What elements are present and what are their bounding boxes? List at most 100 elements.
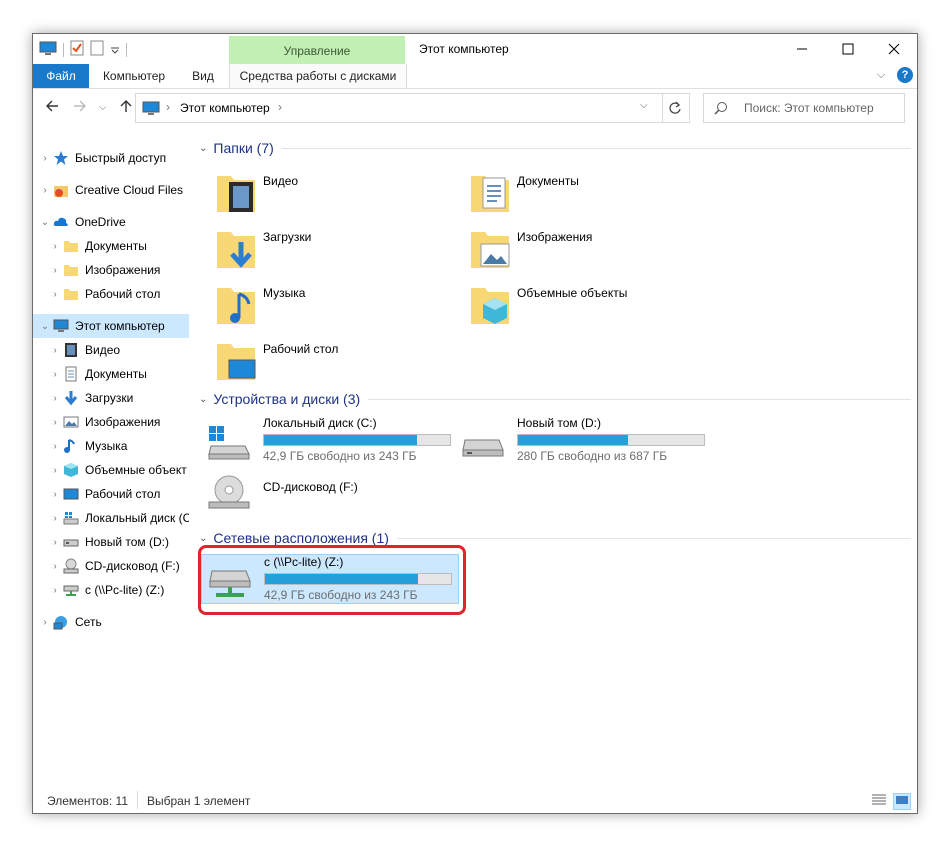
chevron-right-icon[interactable]: ›: [47, 561, 63, 572]
nav-item-desktop[interactable]: › Рабочий стол: [33, 482, 189, 506]
nav-item-od-pictures[interactable]: › Изображения: [33, 258, 189, 282]
chevron-down-icon[interactable]: ⌄: [37, 217, 53, 228]
nav-item-cd-drive[interactable]: › CD-дисковод (F:): [33, 554, 189, 578]
address-bar[interactable]: › Этот компьютер › ⌵: [135, 93, 663, 123]
network-drive-icon: [63, 585, 79, 596]
forward-button[interactable]: [73, 99, 87, 118]
chevron-right-icon[interactable]: ›: [37, 153, 53, 164]
breadcrumb-chevron-icon[interactable]: ›: [166, 100, 170, 114]
minimize-icon: [797, 48, 807, 50]
expand-ribbon-icon[interactable]: ⌵: [877, 69, 885, 82]
tab-computer[interactable]: Компьютер: [93, 64, 175, 88]
new-folder-icon[interactable]: [90, 40, 104, 59]
chevron-down-icon[interactable]: ⌄: [199, 533, 207, 544]
windows-drive-icon: [63, 512, 79, 525]
chevron-right-icon[interactable]: ›: [37, 185, 53, 196]
chevron-right-icon[interactable]: ›: [47, 369, 63, 380]
cd-drive-icon: [208, 475, 250, 509]
drive-icon: [63, 539, 79, 547]
search-box[interactable]: Поиск: Этот компьютер: [703, 93, 905, 123]
customize-qat-icon[interactable]: [110, 40, 120, 59]
folder-pictures[interactable]: Изображения: [447, 224, 697, 278]
details-view-icon[interactable]: [871, 793, 887, 810]
nav-item-network-drive-z[interactable]: › c (\\Pc-lite) (Z:): [33, 578, 189, 602]
chevron-down-icon[interactable]: ⌄: [199, 394, 207, 405]
tiles-view-icon[interactable]: [893, 793, 911, 810]
properties-icon[interactable]: [70, 40, 84, 59]
tab-view[interactable]: Вид: [179, 64, 227, 88]
nav-item-label: Рабочий стол: [85, 287, 161, 301]
music-icon: [64, 439, 75, 453]
folder-documents[interactable]: Документы: [447, 168, 697, 222]
nav-item-label: Creative Cloud Files: [75, 183, 184, 197]
help-icon[interactable]: ?: [897, 67, 913, 83]
nav-item-music[interactable]: › Музыка: [33, 434, 189, 458]
nav-item-3d-objects[interactable]: › Объемные объект: [33, 458, 189, 482]
chevron-right-icon[interactable]: ›: [47, 513, 63, 524]
chevron-right-icon[interactable]: ›: [47, 441, 63, 452]
nav-item-label: Изображения: [85, 415, 161, 429]
nav-item-onedrive[interactable]: ⌄ OneDrive: [33, 210, 189, 234]
chevron-right-icon[interactable]: ›: [37, 617, 53, 628]
computer-icon[interactable]: [39, 40, 57, 59]
nav-item-od-desktop[interactable]: › Рабочий стол: [33, 282, 189, 306]
back-button[interactable]: [45, 99, 59, 118]
chevron-right-icon[interactable]: ›: [47, 417, 63, 428]
folder-music[interactable]: Музыка: [193, 280, 443, 334]
chevron-right-icon[interactable]: ›: [47, 241, 63, 252]
chevron-down-icon[interactable]: ⌄: [199, 143, 207, 154]
breadcrumb-this-pc[interactable]: Этот компьютер: [180, 101, 270, 115]
creative-cloud-icon: [54, 186, 68, 197]
maximize-button[interactable]: [825, 34, 871, 64]
refresh-button[interactable]: [661, 93, 690, 123]
minimize-button[interactable]: [779, 34, 825, 64]
folder-videos[interactable]: Видео: [193, 168, 443, 222]
nav-item-local-disk-c[interactable]: › Локальный диск (С: [33, 506, 189, 530]
nav-item-label: Быстрый доступ: [75, 151, 167, 165]
drive-cd-f[interactable]: CD-дисковод (F:): [193, 475, 453, 530]
nav-item-videos[interactable]: › Видео: [33, 338, 189, 362]
computer-icon: [142, 101, 160, 115]
nav-item-pictures[interactable]: › Изображения: [33, 410, 189, 434]
chevron-down-icon[interactable]: ⌄: [37, 321, 53, 332]
nav-item-documents[interactable]: › Документы: [33, 362, 189, 386]
image-icon: [63, 416, 79, 428]
folder-desktop[interactable]: Рабочий стол: [193, 336, 443, 390]
group-network[interactable]: ⌄ Сетевые расположения (1): [199, 530, 911, 546]
chevron-right-icon[interactable]: ›: [47, 585, 63, 596]
breadcrumb-chevron-icon[interactable]: ›: [278, 100, 282, 114]
nav-item-od-documents[interactable]: › Документы: [33, 234, 189, 258]
chevron-right-icon[interactable]: ›: [47, 289, 63, 300]
recent-locations-icon[interactable]: ⌵: [99, 102, 107, 113]
window-title: Этот компьютер: [419, 42, 509, 56]
navigation-bar: ⌵ › Этот компьютер › ⌵ Поиск: Этот компь…: [33, 89, 917, 127]
close-button[interactable]: [871, 34, 917, 64]
nav-item-creative-cloud[interactable]: › Creative Cloud Files: [33, 178, 189, 202]
chevron-right-icon[interactable]: ›: [47, 465, 63, 476]
tab-file[interactable]: Файл: [33, 64, 89, 88]
document-icon: [65, 366, 77, 382]
folder-downloads[interactable]: Загрузки: [193, 224, 443, 278]
nav-item-network[interactable]: › Сеть: [33, 610, 189, 634]
chevron-right-icon[interactable]: ›: [47, 537, 63, 548]
chevron-right-icon[interactable]: ›: [47, 489, 63, 500]
chevron-right-icon[interactable]: ›: [47, 265, 63, 276]
tab-drive-tools[interactable]: Средства работы с дисками: [229, 64, 407, 88]
group-folders[interactable]: ⌄ Папки (7): [199, 140, 911, 156]
nav-item-quick-access[interactable]: › Быстрый доступ: [33, 146, 189, 170]
nav-item-volume-d[interactable]: › Новый том (D:): [33, 530, 189, 554]
drive-c[interactable]: Локальный диск (C:) 42,9 ГБ свободно из …: [193, 416, 453, 466]
explorer-window: Управление Этот компьютер Файл Компьютер…: [32, 33, 918, 814]
drive-d[interactable]: Новый том (D:) 280 ГБ свободно из 687 ГБ: [447, 416, 707, 466]
group-devices[interactable]: ⌄ Устройства и диски (3): [199, 391, 911, 407]
address-dropdown-icon[interactable]: ⌵: [640, 100, 648, 111]
3d-objects-folder-icon: [471, 288, 509, 324]
chevron-right-icon[interactable]: ›: [47, 345, 63, 356]
chevron-right-icon[interactable]: ›: [47, 393, 63, 404]
title-bar: Управление Этот компьютер: [33, 34, 917, 64]
nav-item-this-pc[interactable]: ⌄ Этот компьютер: [33, 314, 189, 338]
folder-3d-objects[interactable]: Объемные объекты: [447, 280, 697, 334]
up-button[interactable]: [119, 99, 133, 118]
nav-item-downloads[interactable]: › Загрузки: [33, 386, 189, 410]
desktop-icon: [63, 488, 79, 500]
